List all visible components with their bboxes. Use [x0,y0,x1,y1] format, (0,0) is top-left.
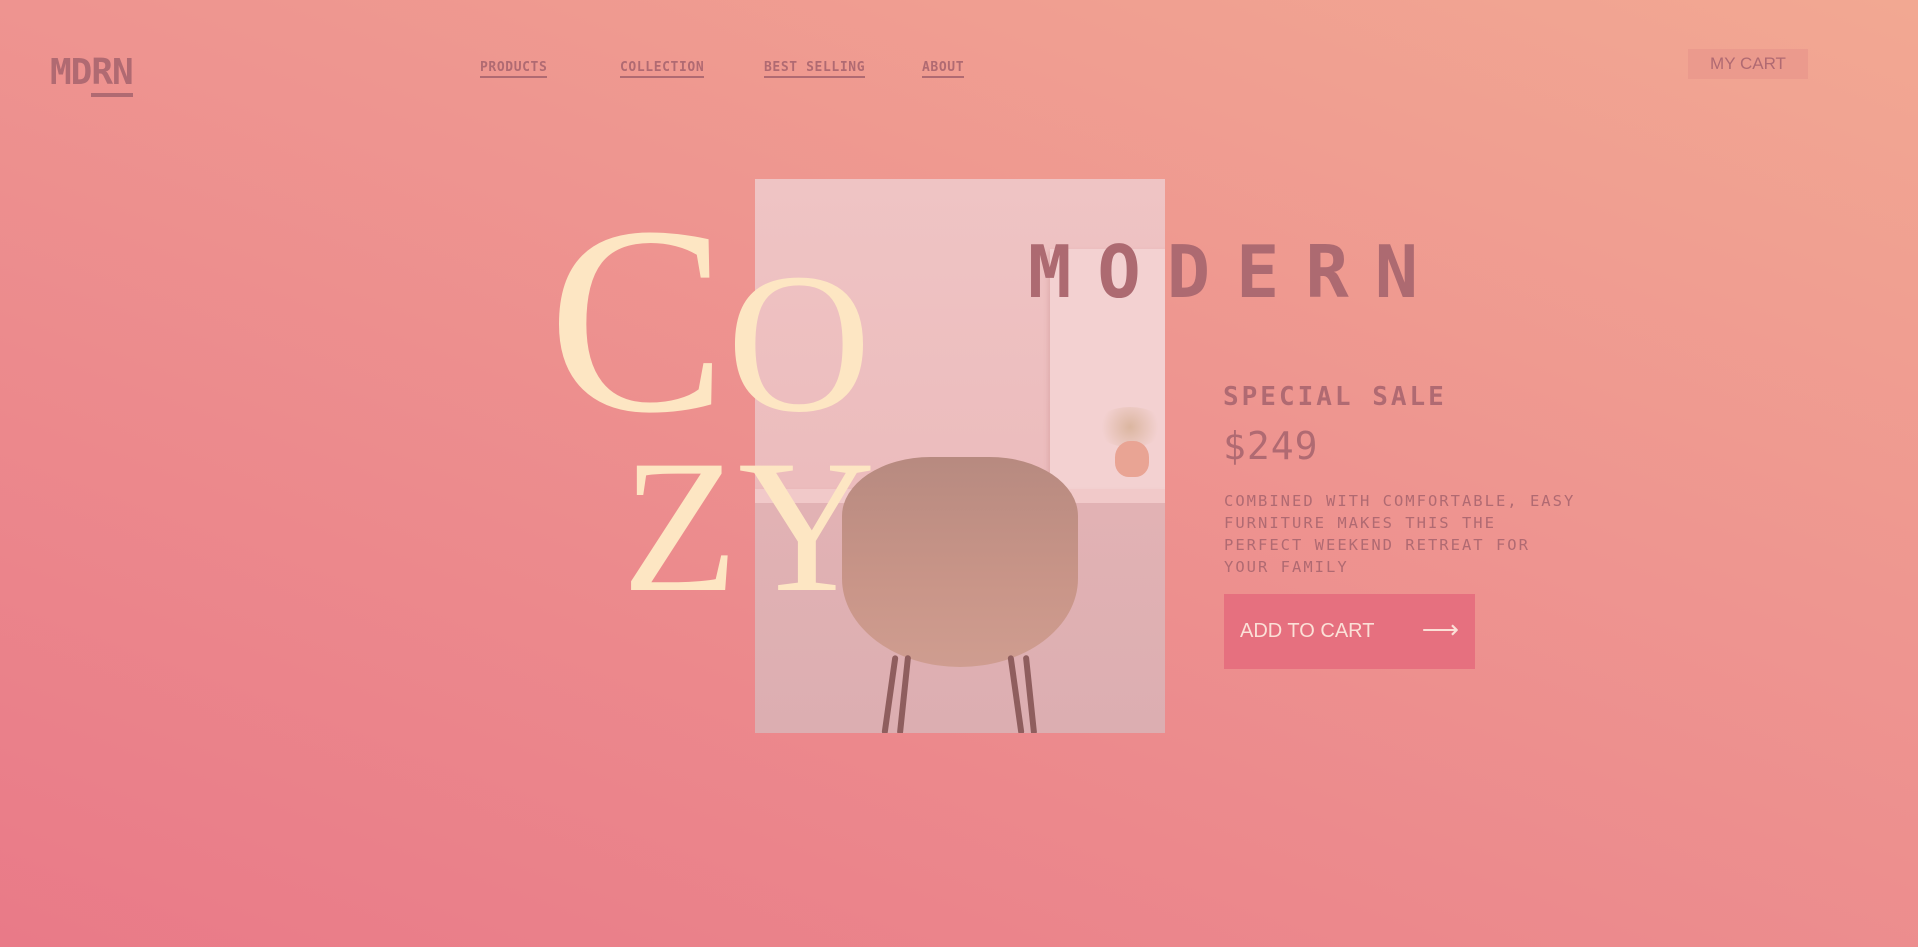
add-to-cart-button[interactable]: ADD TO CART ⟶ [1224,594,1475,669]
sale-label: SPECIAL SALE [1223,382,1447,412]
logo-prefix: MD [50,52,92,93]
my-cart-button[interactable]: MY CART [1688,49,1808,79]
nav-link-about[interactable]: ABOUT [922,60,965,78]
arrow-right-icon: ⟶ [1421,614,1459,644]
hero-word-zy: ZY [622,422,876,632]
nav-link-collection[interactable]: COLLECTION [620,60,705,78]
nav-link-best-selling[interactable]: BEST SELLING [764,60,866,78]
vase-shape [1115,441,1149,477]
brand-logo[interactable]: MDRN [50,52,134,97]
product-description: COMBINED WITH COMFORTABLE, EASY FURNITUR… [1224,492,1576,576]
product-price: $249 [1223,424,1319,468]
hero-title: MODERN [1028,230,1445,314]
hero-letter-o: O [726,233,872,454]
nav-link-products[interactable]: PRODUCTS [480,60,548,78]
logo-suffix: RN [91,52,134,97]
chair-seat-shape [842,457,1078,667]
add-to-cart-label: ADD TO CART [1240,620,1375,642]
hero-word-co: CO [548,186,871,454]
